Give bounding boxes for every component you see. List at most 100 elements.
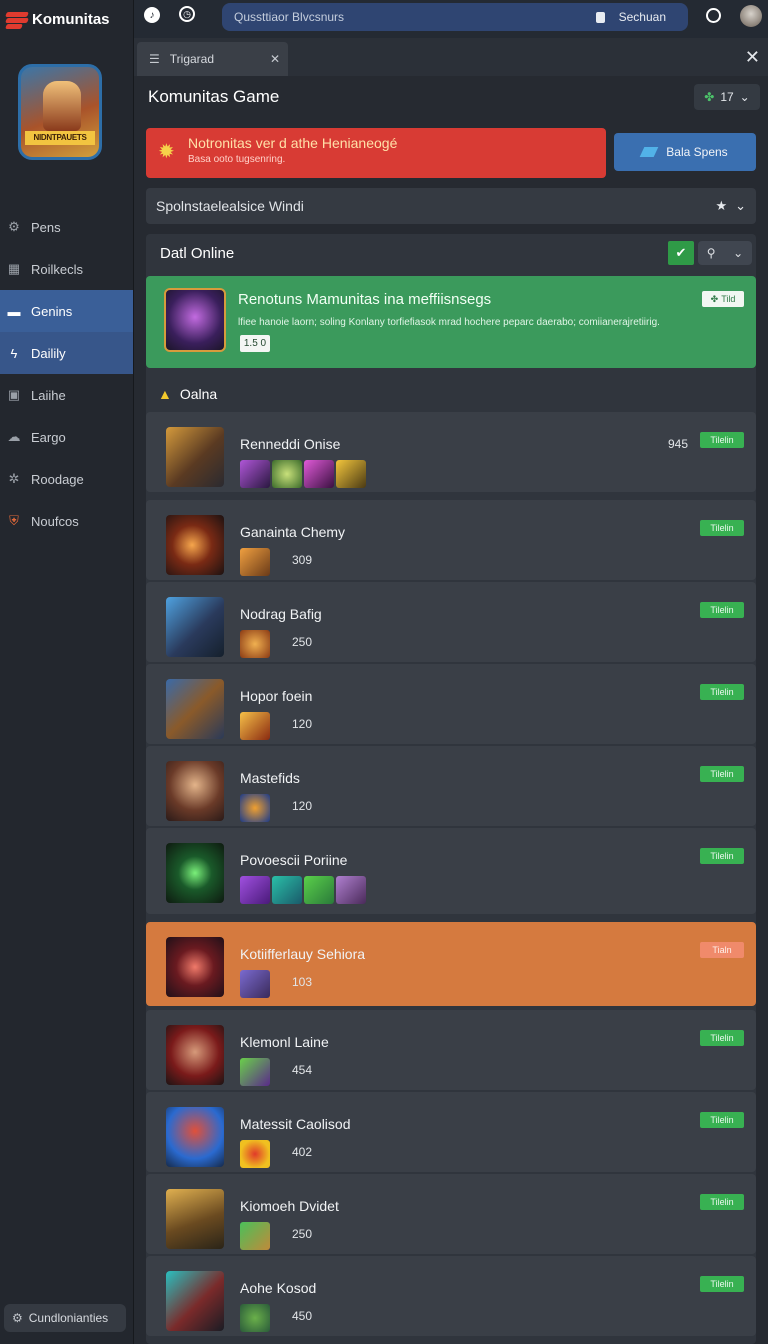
list-item-highlighted[interactable]: Kotiifferlauy Sehiora 103 Tialn xyxy=(146,922,756,1006)
gear-icon: ⚙ xyxy=(8,219,20,234)
list-item[interactable]: Aohe Kosod 450 Tilelin xyxy=(146,1256,756,1336)
item-icons xyxy=(240,548,270,576)
sidebar-item-eargo[interactable]: ☁ Eargo xyxy=(0,416,133,458)
status-badge[interactable]: Tilelin xyxy=(700,684,744,700)
online-count-chip[interactable]: ✤ 17 ⌄ xyxy=(694,84,760,110)
menu-icon[interactable]: ☰ xyxy=(149,52,160,66)
list-item[interactable]: Povoescii Poriine Tilelin xyxy=(146,828,756,914)
skill-icon xyxy=(240,1304,270,1332)
brand-name: Komunitas xyxy=(32,10,110,28)
sidebar-item-label: Noufcos xyxy=(31,513,79,529)
list-item[interactable]: Mastefids 120 Tilelin xyxy=(146,746,756,826)
status-badge[interactable]: Tilelin xyxy=(700,1030,744,1046)
close-window-icon[interactable]: ✕ xyxy=(745,47,760,68)
featured-card[interactable]: Renotuns Mamunitas ina meffiisnsegs lfie… xyxy=(146,276,756,368)
skill-icon xyxy=(240,970,270,998)
sidebar-item-noufcos[interactable]: ⛨ Noufcos xyxy=(0,500,133,542)
conditions-button[interactable]: ⚙ Cundlonianties xyxy=(4,1304,126,1332)
item-count: 120 xyxy=(292,799,313,813)
check-button[interactable]: ✔ xyxy=(668,241,694,265)
list-item[interactable]: Nodrag Bafig 250 Tilelin xyxy=(146,582,756,662)
sidebar-item-laiihe[interactable]: ▣ Laiihe xyxy=(0,374,133,416)
chevron-down-icon[interactable]: ⌄ xyxy=(735,198,746,214)
list-item[interactable]: Renneddi Onise 945 Tilelin xyxy=(146,412,756,492)
user-label: Sechuan xyxy=(618,10,666,24)
item-thumbnail xyxy=(166,843,224,903)
featured-badge[interactable]: ✤ Tild xyxy=(702,291,744,307)
status-badge[interactable]: Tilelin xyxy=(700,520,744,536)
help-icon[interactable]: ♪ xyxy=(144,7,160,23)
item-icons xyxy=(240,460,366,488)
status-badge[interactable]: Tilelin xyxy=(700,1194,744,1210)
item-icons xyxy=(240,1140,270,1168)
close-tab-icon[interactable]: ✕ xyxy=(270,52,280,66)
avatar-banner: NIDNTPAUETS xyxy=(25,131,95,145)
notice-title: Notronitas ver d athe Henianeogé xyxy=(188,135,398,151)
featured-art xyxy=(164,288,226,352)
item-icons xyxy=(240,712,270,740)
sidebar-item-label: Roilkecls xyxy=(31,261,84,277)
status-badge[interactable]: Tialn xyxy=(700,942,744,958)
item-count: 450 xyxy=(292,1309,313,1323)
search-bar[interactable]: Qussttiaor Blvcsnurs Sechuan xyxy=(222,3,688,31)
item-icons xyxy=(240,970,270,998)
item-name: Matessit Caolisod xyxy=(240,1116,351,1132)
sidebar: Komunitas NIDNTPAUETS ⚙ Pens ▦ Roilkecls… xyxy=(0,0,134,1344)
sidebar-item-label: Pens xyxy=(31,219,61,235)
table-icon: ▦ xyxy=(7,261,21,276)
notice-action-button[interactable]: Bala Spens xyxy=(614,133,756,171)
item-name: Nodrag Bafig xyxy=(240,606,322,622)
filter-label: Spolnstaelealsice Windi xyxy=(156,198,304,214)
list-item[interactable]: Kiomoeh Dvidet 250 Tilelin xyxy=(146,1174,756,1254)
panel-search-button[interactable]: ⚲ ⌄ xyxy=(698,241,752,265)
tab-trigarad[interactable]: ☰ Trigarad ✕ xyxy=(137,42,288,76)
warning-icon: ▲ xyxy=(158,386,172,402)
sidebar-item-roilkecls[interactable]: ▦ Roilkecls xyxy=(0,248,133,290)
lock-icon xyxy=(595,11,605,23)
item-thumbnail xyxy=(166,761,224,821)
item-icons xyxy=(240,794,270,822)
item-name: Renneddi Onise xyxy=(240,436,341,452)
user-avatar[interactable] xyxy=(740,5,762,27)
skill-icon xyxy=(304,460,334,488)
list-item[interactable]: Ganainta Chemy 309 Tilelin xyxy=(146,500,756,580)
app-window: Komunitas NIDNTPAUETS ⚙ Pens ▦ Roilkecls… xyxy=(0,0,768,1344)
item-thumbnail xyxy=(166,597,224,657)
brand[interactable]: Komunitas xyxy=(0,0,133,38)
list-item[interactable]: Hopor foein 120 Tilelin xyxy=(146,664,756,744)
game-list: Renneddi Onise 945 Tilelin Ganainta Chem… xyxy=(146,412,756,1338)
search-icon[interactable] xyxy=(706,8,721,23)
section-label: ▲ Oalna xyxy=(158,386,217,402)
sidebar-item-dailily[interactable]: ϟ Dailily xyxy=(0,332,133,374)
status-badge[interactable]: Tilelin xyxy=(700,1112,744,1128)
item-count: 250 xyxy=(292,635,313,649)
status-badge[interactable]: Tilelin xyxy=(700,766,744,782)
check-icon: ✔ xyxy=(675,245,687,260)
featured-name: Renotuns Mamunitas ina meffiisnsegs xyxy=(238,291,492,308)
status-badge[interactable]: Tilelin xyxy=(700,1276,744,1292)
item-aux-count: 945 xyxy=(667,437,688,451)
item-count: 250 xyxy=(292,1227,313,1241)
item-thumbnail xyxy=(166,1025,224,1085)
clock-icon[interactable]: ◷ xyxy=(179,6,195,22)
bolt-icon: ϟ xyxy=(10,345,18,361)
panel-header: Datl Online ✔ ⚲ ⌄ xyxy=(146,234,756,272)
filter-bar[interactable]: Spolnstaelealsice Windi ★ ⌄ xyxy=(146,188,756,224)
chevron-down-icon: ⌄ xyxy=(739,90,750,104)
item-name: Klemonl Laine xyxy=(240,1034,329,1050)
status-badge[interactable]: Tilelin xyxy=(700,432,744,448)
list-item[interactable]: Klemonl Laine 454 Tilelin xyxy=(146,1010,756,1090)
status-badge[interactable]: Tilelin xyxy=(700,848,744,864)
sidebar-item-roodage[interactable]: ✲ Roodage xyxy=(0,458,133,500)
sidebar-item-genins[interactable]: ▬ Genins xyxy=(0,290,133,332)
user-area[interactable]: Sechuan xyxy=(595,10,666,24)
sidebar-item-pens[interactable]: ⚙ Pens xyxy=(0,206,133,248)
list-item[interactable]: Matessit Caolisod 402 Tilelin xyxy=(146,1092,756,1172)
star-icon[interactable]: ★ xyxy=(715,198,727,214)
sidebar-item-label: Dailily xyxy=(31,345,66,361)
status-badge[interactable]: Tilelin xyxy=(700,602,744,618)
skill-icon xyxy=(272,876,302,904)
avatar[interactable]: NIDNTPAUETS xyxy=(18,64,102,160)
users-icon: ✤ xyxy=(704,90,715,104)
item-name: Ganainta Chemy xyxy=(240,524,346,540)
